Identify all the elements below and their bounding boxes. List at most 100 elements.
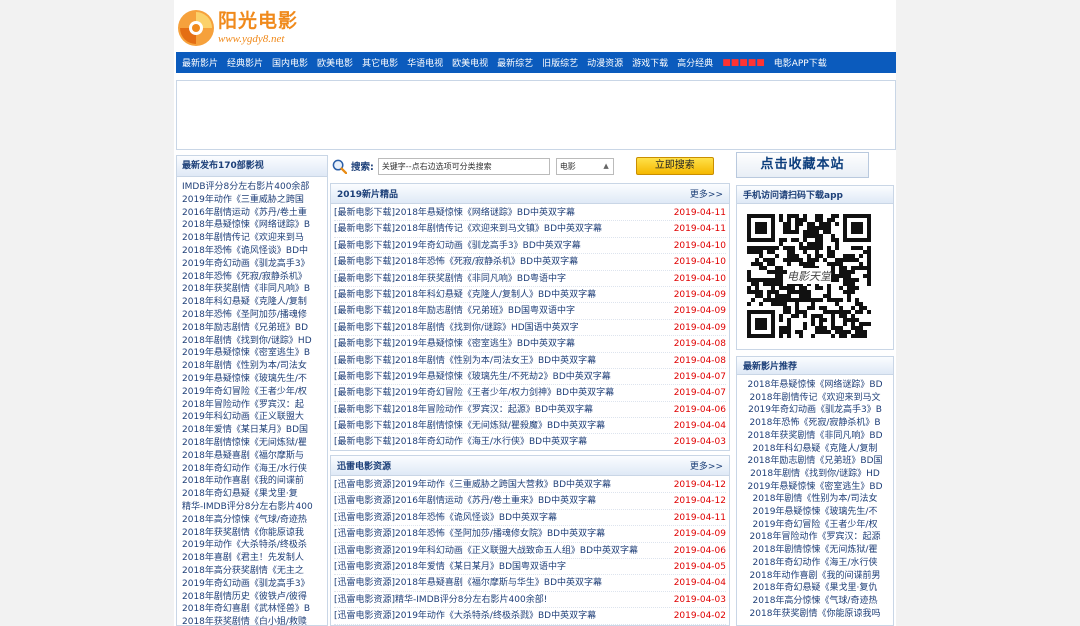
movie-link[interactable]: [最新电影下载]2018年获奖剧情《非同凡响》BD粤语中字 — [334, 271, 566, 286]
left-list-item[interactable]: 2019年奇幻冒险《王者少年/权 — [182, 386, 327, 399]
left-list-item[interactable]: 2018年科幻悬疑《克隆人/复制 — [182, 296, 327, 309]
movie-link[interactable]: [迅雷电影资源]2019年科幻动画《正义联盟大战致命五人组》BD中英双字幕 — [334, 543, 638, 558]
nav-app[interactable]: 电影APP下载 — [774, 56, 827, 69]
new-movies-more-link[interactable]: 更多>> — [690, 187, 723, 200]
recommend-item[interactable]: 2018年获奖剧情《非同凡响》BD — [737, 430, 893, 443]
xunlei-more-link[interactable]: 更多>> — [690, 459, 723, 472]
recommend-item[interactable]: 2019年奇幻冒险《王者少年/权 — [737, 519, 893, 532]
movie-link[interactable]: [迅雷电影资源]2018年爱情《某日某月》BD国粤双语中字 — [334, 559, 566, 574]
movie-link[interactable]: [迅雷电影资源]2019年动作《三重威胁之跨国大营救》BD中英双字幕 — [334, 477, 611, 492]
recommend-item[interactable]: 2018年剧情传记《欢迎来到马文 — [737, 392, 893, 405]
recommend-item[interactable]: 2018年奇幻动作《海王/水行侠 — [737, 557, 893, 570]
recommend-item[interactable]: 2018年科幻悬疑《克隆人/复制 — [737, 443, 893, 456]
movie-link[interactable]: [最新电影下载]2018年恐怖《死寂/寂静杀机》BD中英双字幕 — [334, 254, 578, 269]
left-list-item[interactable]: 2018年剧情传记《欢迎来到马 — [182, 232, 327, 245]
nav-high-score[interactable]: 高分经典 — [677, 56, 713, 69]
left-list-item[interactable]: 2019年科幻动画《正义联盟大 — [182, 411, 327, 424]
left-list-item[interactable]: 2018年励志剧情《兄弟班》BD — [182, 322, 327, 335]
movie-link[interactable]: [最新电影下载]2018年冒险动作《罗宾汉：起源》BD中英双字幕 — [334, 402, 593, 417]
recommend-item[interactable]: 2018年奇幻悬疑《果戈里·复仇 — [737, 582, 893, 595]
search-input[interactable]: 关键字--点右边选项可分类搜索 — [377, 157, 550, 175]
left-list-item[interactable]: 2018年冒险动作《罗宾汉：起 — [182, 399, 327, 412]
left-list-item[interactable]: 2018年剧情《性别为本/司法女 — [182, 360, 327, 373]
nav-domestic[interactable]: 国内电影 — [272, 56, 308, 69]
recommend-item[interactable]: 2018年动作喜剧《我的间谍前男 — [737, 570, 893, 583]
recommend-item[interactable]: 2018年剧情《找到你/谜踪》HD — [737, 468, 893, 481]
left-list-item[interactable]: 2019年动作《三重威胁之跨国 — [182, 194, 327, 207]
left-list-item[interactable]: 2018年悬疑喜剧《福尔摩斯与 — [182, 450, 327, 463]
movie-link[interactable]: [最新电影下载]2019年悬疑惊悚《玻璃先生/不死劫2》BD中英双字幕 — [334, 369, 611, 384]
left-list-item[interactable]: 2018年喜剧《君主！先发制人 — [182, 552, 327, 565]
movie-link[interactable]: [迅雷电影资源]2018年恐怖《诡风怪谈》BD中英双字幕 — [334, 510, 557, 525]
recommend-item[interactable]: 2019年悬疑惊悚《密室逃生》BD — [737, 481, 893, 494]
left-list-item[interactable]: 2018年剧情《找到你/谜踪》HD — [182, 335, 327, 348]
left-list-item[interactable]: 精华-IMDB评分8分左右影片400 — [182, 501, 327, 514]
nav-variety[interactable]: 最新综艺 — [497, 56, 533, 69]
nav-other-movies[interactable]: 其它电影 — [362, 56, 398, 69]
movie-link[interactable]: [迅雷电影资源]精华-IMDB评分8分左右影片400余部! — [334, 592, 547, 607]
nav-western[interactable]: 欧美电影 — [317, 56, 353, 69]
left-list-item[interactable]: 2018年奇幻动作《海王/水行侠 — [182, 463, 327, 476]
left-list-item[interactable]: 2018年恐怖《诡风怪谈》BD中 — [182, 245, 327, 258]
recommend-item[interactable]: 2018年获奖剧情《你能原谅我吗 — [737, 608, 893, 621]
chevron-down-icon: ▲ — [603, 161, 609, 170]
recommend-item[interactable]: 2018年剧情惊悚《无间炼狱/瞿 — [737, 544, 893, 557]
search-category-select[interactable]: 电影 ▲ — [555, 157, 614, 175]
search-button[interactable]: 立即搜索 — [635, 157, 714, 175]
left-list-item[interactable]: 2019年悬疑惊悚《玻璃先生/不 — [182, 373, 327, 386]
left-list-item[interactable]: 2018年爱情《某日某月》BD国 — [182, 424, 327, 437]
nav-highlight-red[interactable]: ■■■■■ — [722, 58, 765, 68]
movie-link[interactable]: [最新电影下载]2018年励志剧情《兄弟班》BD国粤双语中字 — [334, 303, 575, 318]
left-list-item[interactable]: 2019年悬疑惊悚《密室逃生》B — [182, 347, 327, 360]
left-list-item[interactable]: 2018年剧情历史《彼铁卢/彼得 — [182, 591, 327, 604]
nav-old-variety[interactable]: 旧版综艺 — [542, 56, 578, 69]
movie-link[interactable]: [最新电影下载]2019年悬疑惊悚《密室逃生》BD中英双字幕 — [334, 336, 575, 351]
nav-anime[interactable]: 动漫资源 — [587, 56, 623, 69]
nav-latest[interactable]: 最新影片 — [182, 56, 218, 69]
left-list-item[interactable]: 2018年高分惊悚《气球/奇迹热 — [182, 514, 327, 527]
site-logo[interactable]: 阳光电影 www.ygdy8.net — [176, 6, 312, 50]
left-list-item[interactable]: 2019年奇幻动画《驯龙高手3》 — [182, 258, 327, 271]
left-list-item[interactable]: 2018年动作喜剧《我的间谍前 — [182, 475, 327, 488]
recommend-item[interactable]: 2018年悬疑惊悚《网络谜踪》BD — [737, 379, 893, 392]
recommend-item[interactable]: 2019年悬疑惊悚《玻璃先生/不 — [737, 506, 893, 519]
movie-link[interactable]: [迅雷电影资源]2018年恐怖《圣阿加莎/播魂修女院》BD中英双字幕 — [334, 526, 605, 541]
recommend-item[interactable]: 2018年高分惊悚《气球/奇迹热 — [737, 595, 893, 608]
left-list-item[interactable]: 2018年悬疑惊悚《网络谜踪》B — [182, 219, 327, 232]
movie-link[interactable]: [迅雷电影资源]2019年动作《大杀特杀/终极杀戮》BD中英双字幕 — [334, 608, 596, 623]
left-list-item[interactable]: 2018年恐怖《死寂/寂静杀机》 — [182, 271, 327, 284]
left-list-item[interactable]: IMDB评分8分左右影片400余部 — [182, 181, 327, 194]
left-list-item[interactable]: 2019年动作《大杀特杀/终极杀 — [182, 539, 327, 552]
left-list-item[interactable]: 2018年获奖剧情《非同凡响》B — [182, 283, 327, 296]
left-list-item[interactable]: 2016年剧情运动《苏丹/卷土重 — [182, 207, 327, 220]
left-list-item[interactable]: 2018年获奖剧情《你能原谅我 — [182, 527, 327, 540]
movie-link[interactable]: [迅雷电影资源]2016年剧情运动《苏丹/卷土重来》BD中英双字幕 — [334, 493, 596, 508]
nav-classic[interactable]: 经典影片 — [227, 56, 263, 69]
movie-link[interactable]: [最新电影下载]2018年剧情《性别为本/司法女王》BD中英双字幕 — [334, 353, 596, 368]
recommend-item[interactable]: 2019年奇幻动画《驯龙高手3》B — [737, 404, 893, 417]
bookmark-site-button[interactable]: 点击收藏本站 — [736, 152, 869, 178]
left-list-item[interactable]: 2018年奇幻悬疑《果戈里·复 — [182, 488, 327, 501]
nav-games[interactable]: 游戏下载 — [632, 56, 668, 69]
nav-chinese-tv[interactable]: 华语电视 — [407, 56, 443, 69]
movie-link[interactable]: [迅雷电影资源]2018年悬疑喜剧《福尔摩斯与华生》BD中英双字幕 — [334, 575, 602, 590]
left-list-item[interactable]: 2019年奇幻动画《驯龙高手3》 — [182, 578, 327, 591]
movie-link[interactable]: [最新电影下载]2018年剧情《找到你/谜踪》HD国语中英双字 — [334, 320, 579, 335]
movie-link[interactable]: [最新电影下载]2018年奇幻动作《海王/水行侠》BD中英双字幕 — [334, 434, 587, 449]
movie-link[interactable]: [最新电影下载]2018年剧情传记《欢迎来到马文镇》BD中英双字幕 — [334, 221, 602, 236]
left-list-item[interactable]: 2018年恐怖《圣阿加莎/播魂修 — [182, 309, 327, 322]
recommend-item[interactable]: 2018年励志剧情《兄弟班》BD国 — [737, 455, 893, 468]
nav-western-tv[interactable]: 欧美电视 — [452, 56, 488, 69]
recommend-item[interactable]: 2018年恐怖《死寂/寂静杀机》B — [737, 417, 893, 430]
left-list-item[interactable]: 2018年获奖剧情《白小姐/救赎 — [182, 616, 327, 625]
recommend-item[interactable]: 2018年剧情《性别为本/司法女 — [737, 493, 893, 506]
left-list-item[interactable]: 2018年剧情惊悚《无间炼狱/瞿 — [182, 437, 327, 450]
left-list-item[interactable]: 2018年奇幻喜剧《武林怪兽》B — [182, 603, 327, 616]
movie-link[interactable]: [最新电影下载]2018年剧情惊悚《无间炼狱/瞿殺魔》BD中英双字幕 — [334, 418, 605, 433]
recommend-item[interactable]: 2018年冒险动作《罗宾汉：起源 — [737, 531, 893, 544]
movie-link[interactable]: [最新电影下载]2019年奇幻冒险《王者少年/权力剑神》BD中英双字幕 — [334, 385, 614, 400]
movie-link[interactable]: [最新电影下载]2018年悬疑惊悚《网络谜踪》BD中英双字幕 — [334, 205, 575, 220]
movie-link[interactable]: [最新电影下载]2019年奇幻动画《驯龙高手3》BD中英双字幕 — [334, 238, 581, 253]
movie-link[interactable]: [最新电影下载]2018年科幻悬疑《克隆人/复制人》BD中英双字幕 — [334, 287, 596, 302]
left-list-item[interactable]: 2018年高分获奖剧情《无主之 — [182, 565, 327, 578]
